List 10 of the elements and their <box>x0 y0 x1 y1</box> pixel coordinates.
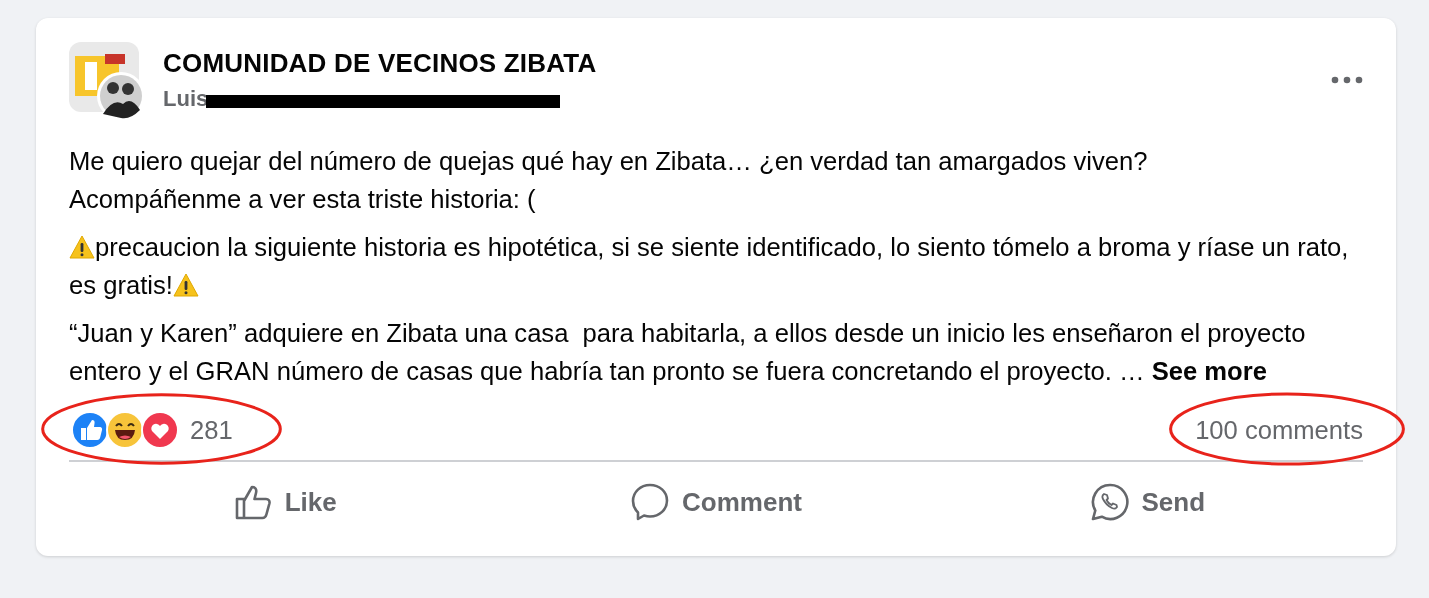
see-more-link[interactable]: See more <box>1151 357 1267 385</box>
comment-button[interactable]: Comment <box>500 472 932 532</box>
author-name[interactable]: Luis <box>163 86 209 112</box>
post-text: “Juan y Karen” adquiere en Zibata una casa para habitarla, a ellos desde un inicio les enseñaron el proyecto entero y el GRAN número de casas que habría tan pronto se fuera concretando el proyecto. … See more <box>69 318 1307 387</box>
post-text: precaucion la siguiente historia es hipotética, si se siente identificado, lo siento tómelo a broma y ríase un rato, es gratis! <box>69 232 1350 301</box>
like-button[interactable]: Like <box>69 472 501 532</box>
send-button[interactable]: Send <box>931 472 1363 532</box>
reaction-count[interactable]: 281 <box>190 415 233 445</box>
post-text: Me quiero quejar del número de quejas qué hay en Zibata… ¿en verdad tan amargados viven? Acompáñenme a ver esta triste historia: ( <box>69 146 1149 215</box>
group-name[interactable]: COMUNIDAD DE VECINOS ZIBATA <box>163 48 597 79</box>
